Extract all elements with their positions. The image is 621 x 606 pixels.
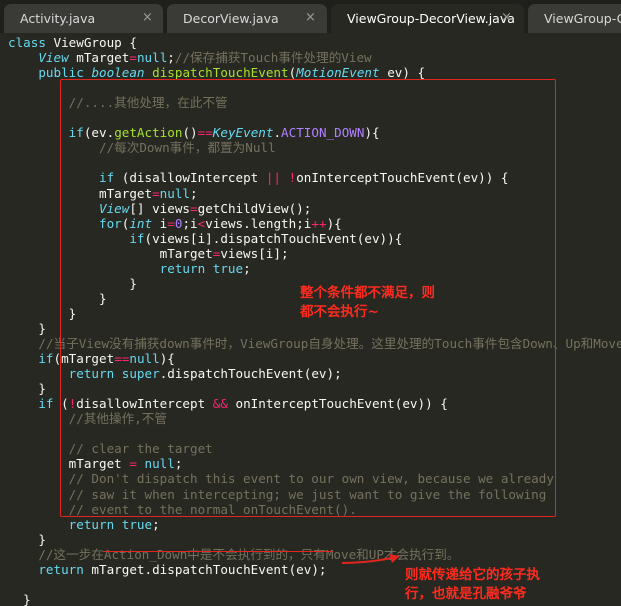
code-line: }	[8, 321, 46, 336]
code-token: }	[8, 531, 46, 547]
tab-activity-java[interactable]: Activity.java ×	[4, 4, 163, 33]
box-annotation-line-1: 整个条件都不满足，则	[300, 285, 435, 301]
code-token: }	[8, 381, 46, 397]
code-line: public boolean dispatchTouchEvent(Motion…	[8, 65, 425, 80]
code-token: return	[38, 561, 84, 577]
code-token: mTarget.	[83, 561, 153, 577]
arrow-icon	[341, 554, 400, 564]
code-token: dispatchTouchEvent	[152, 65, 289, 81]
code-token: boolean	[91, 65, 145, 81]
code-token: MotionEvent	[296, 65, 380, 81]
code-token: ;	[167, 50, 175, 66]
code-token: if	[38, 396, 54, 412]
code-token: public	[38, 65, 84, 81]
code-token: if	[38, 351, 54, 367]
close-icon[interactable]: ×	[501, 10, 512, 25]
code-token: true	[121, 516, 153, 532]
code-token: ;	[152, 516, 160, 532]
return-underline	[103, 551, 333, 552]
code-token: }	[8, 591, 31, 606]
code-token: ev	[387, 65, 403, 81]
code-line: }	[8, 592, 31, 606]
box-annotation-line-2: 都不会执行~	[300, 304, 379, 320]
tab-bar: Activity.java × DecorView.java × ViewGro…	[0, 0, 621, 33]
tab-label: ViewGroup-Gr	[544, 11, 621, 26]
close-icon[interactable]: ×	[305, 10, 316, 25]
code-line: return mTarget.dispatchTouchEvent(ev);	[8, 562, 326, 577]
code-token: View	[38, 50, 69, 66]
bottom-annotation: 则就传递给它的孩子执 行，也就是孔融爷爷	[405, 566, 540, 604]
code-token: return	[68, 516, 115, 532]
code-token: =	[129, 50, 137, 66]
tab-label: DecorView.java	[183, 11, 279, 26]
bottom-annotation-line-1: 则就传递给它的孩子执	[405, 567, 540, 583]
tab-label: Activity.java	[20, 11, 96, 26]
code-token: mTarget	[68, 50, 130, 66]
code-token: class	[8, 35, 46, 50]
tab-label: ViewGroup-DecorView.java	[347, 11, 515, 26]
code-line: }	[8, 532, 46, 547]
code-token: ViewGroup {	[45, 35, 137, 50]
code-token: //保存捕获Touch事件处理的View	[174, 50, 372, 66]
code-line: }	[8, 381, 46, 396]
code-token: ) {	[402, 65, 426, 81]
code-token: dispatchTouchEvent(ev);	[152, 561, 327, 577]
tab-decorview-java[interactable]: DecorView.java ×	[167, 4, 327, 33]
bottom-annotation-line-2: 行，也就是孔融爷爷	[405, 586, 527, 602]
code-token: }	[8, 320, 46, 336]
code-line: class ViewGroup {	[8, 35, 137, 50]
tab-viewgroup-decorview-java[interactable]: ViewGroup-DecorView.java ×	[331, 4, 524, 33]
code-line: View mTarget=null;//保存捕获Touch事件处理的View	[8, 50, 372, 66]
code-token: null	[136, 50, 168, 66]
code-line: return true;	[8, 517, 160, 532]
tab-viewgroup-gr[interactable]: ViewGroup-Gr	[528, 4, 621, 33]
box-annotation: 整个条件都不满足，则 都不会执行~	[300, 284, 435, 322]
close-icon[interactable]: ×	[142, 10, 153, 25]
